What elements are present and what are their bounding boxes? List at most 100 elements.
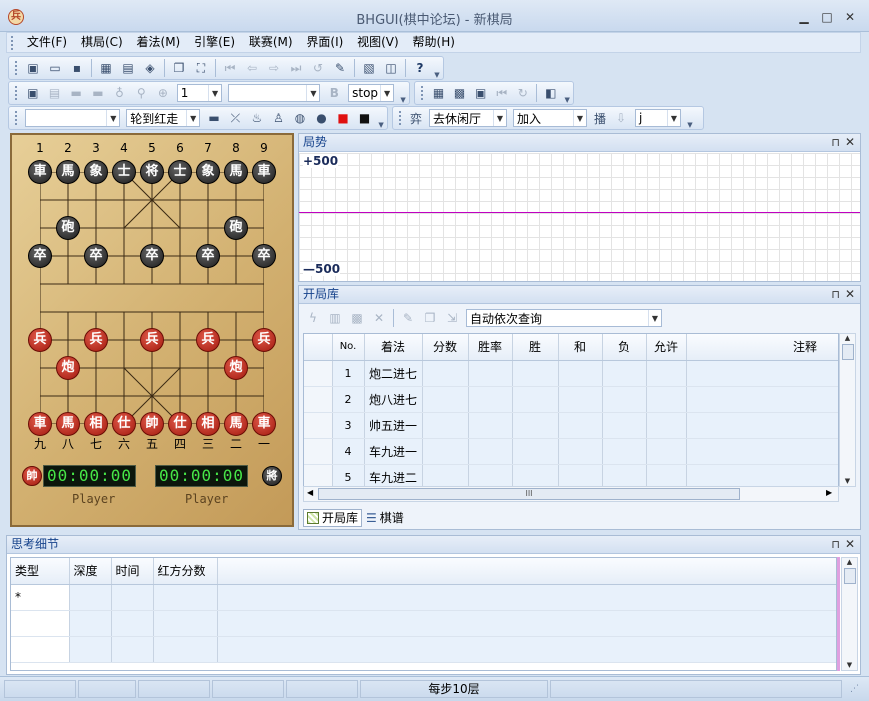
- delete-icon[interactable]: ✕: [370, 309, 388, 327]
- black-pawn[interactable]: 卒: [28, 244, 52, 268]
- scroll-thumb[interactable]: III: [318, 488, 740, 500]
- piece-icon[interactable]: ●: [313, 109, 331, 127]
- table-row[interactable]: 5 车九进二: [304, 464, 838, 486]
- scroll-up-icon[interactable]: ▲: [842, 558, 857, 566]
- resize-grip-icon[interactable]: ⋰: [850, 684, 859, 694]
- undo-icon[interactable]: ↺: [309, 59, 327, 77]
- black-piece[interactable]: 馬: [56, 160, 80, 184]
- turn-select[interactable]: 轮到红走 ▼: [126, 109, 201, 127]
- download-icon[interactable]: ⇩: [612, 109, 630, 127]
- monitor-icon[interactable]: ▬: [67, 84, 85, 102]
- edit-icon[interactable]: ✎: [399, 309, 417, 327]
- menu-moves[interactable]: 着法(M): [132, 33, 186, 52]
- black-pawn[interactable]: 卒: [252, 244, 276, 268]
- merge-icon[interactable]: ❐: [421, 309, 439, 327]
- bulb-icon[interactable]: ♁: [111, 84, 129, 102]
- layout-icon[interactable]: ◧: [542, 84, 559, 102]
- column-header[interactable]: 注释: [686, 334, 838, 361]
- column-header[interactable]: 负: [602, 334, 647, 361]
- monitor2-icon[interactable]: ▬: [89, 84, 107, 102]
- help-icon[interactable]: ?: [411, 59, 429, 77]
- menu-league[interactable]: 联赛(M): [244, 33, 298, 52]
- load-engine-icon[interactable]: ▣: [24, 84, 42, 102]
- red-piece[interactable]: 車: [252, 412, 276, 436]
- toolbar-options-icon[interactable]: ▼: [377, 107, 385, 129]
- tab-opening-book[interactable]: 开局库: [303, 509, 363, 527]
- vertical-scrollbar[interactable]: ▲ ▼: [839, 333, 856, 487]
- close-icon[interactable]: ✕: [845, 536, 855, 553]
- step-back-icon[interactable]: ⏮: [493, 84, 510, 102]
- table-row[interactable]: 1 炮二进七: [304, 360, 838, 387]
- black-piece[interactable]: 車: [252, 160, 276, 184]
- scroll-right-icon[interactable]: ▶: [826, 488, 832, 497]
- pin-icon[interactable]: ⊓: [831, 286, 840, 303]
- column-header[interactable]: No.: [332, 334, 365, 361]
- grid-icon[interactable]: ▩: [451, 84, 468, 102]
- back-icon[interactable]: ⇦: [243, 59, 261, 77]
- room-select[interactable]: 去休闲厅 ▼: [429, 109, 507, 127]
- column-header[interactable]: 深度: [69, 558, 112, 585]
- capture-icon[interactable]: ⛶: [192, 59, 210, 77]
- monitor-icon[interactable]: ▬: [205, 109, 223, 127]
- red-piece[interactable]: 仕: [168, 412, 192, 436]
- b-button[interactable]: B: [325, 84, 343, 102]
- cross-icon[interactable]: ⤫: [227, 109, 245, 127]
- toolbar-options-icon[interactable]: ▼: [399, 82, 407, 104]
- new-icon[interactable]: ▣: [24, 59, 42, 77]
- image-icon[interactable]: ▤: [119, 59, 137, 77]
- person-icon[interactable]: ♙: [270, 109, 288, 127]
- scroll-down-icon[interactable]: ▼: [840, 477, 855, 485]
- red-pawn[interactable]: 兵: [84, 328, 108, 352]
- pin-icon[interactable]: ⊓: [831, 134, 840, 151]
- red-pawn[interactable]: 兵: [252, 328, 276, 352]
- print-icon[interactable]: ▧: [360, 59, 378, 77]
- close-button[interactable]: ✕: [840, 9, 860, 25]
- menu-file[interactable]: 文件(F): [22, 33, 72, 52]
- black-pawn[interactable]: 卒: [196, 244, 220, 268]
- menu-engine[interactable]: 引擎(E): [189, 33, 240, 52]
- lightning-icon[interactable]: ϟ: [304, 309, 322, 327]
- menu-game[interactable]: 棋局(C): [76, 33, 128, 52]
- query-mode-select[interactable]: 自动依次查询 ▼: [466, 309, 662, 327]
- column-header[interactable]: 胜率: [468, 334, 513, 361]
- lock-icon[interactable]: ▩: [348, 309, 366, 327]
- lamp-icon[interactable]: ♨: [248, 109, 266, 127]
- red-piece[interactable]: 帥: [140, 412, 164, 436]
- scroll-left-icon[interactable]: ◀: [307, 488, 313, 497]
- table-icon[interactable]: ▦: [430, 84, 447, 102]
- scroll-thumb[interactable]: [843, 568, 856, 584]
- black-piece[interactable]: 象: [84, 160, 108, 184]
- toolbar-options-icon[interactable]: ▼: [433, 57, 441, 79]
- column-header[interactable]: 允许: [646, 334, 687, 361]
- forward-icon[interactable]: ⇨: [265, 59, 283, 77]
- toolbar-options-icon[interactable]: ▼: [686, 107, 694, 129]
- window-icon[interactable]: ◫: [382, 59, 400, 77]
- close-icon[interactable]: ✕: [845, 134, 855, 151]
- import-icon[interactable]: ⇲: [443, 309, 461, 327]
- save-icon[interactable]: ▪: [68, 59, 86, 77]
- menu-interface[interactable]: 界面(I): [301, 33, 348, 52]
- close-icon[interactable]: ✕: [845, 286, 855, 303]
- black-piece-icon[interactable]: ■: [356, 109, 374, 127]
- pin-icon[interactable]: ⊓: [831, 536, 840, 553]
- copy-icon[interactable]: ❐: [170, 59, 188, 77]
- table-row[interactable]: 4 车九进一: [304, 438, 838, 465]
- black-cannon[interactable]: 砲: [224, 216, 248, 240]
- toolbar-options-icon[interactable]: ▼: [563, 82, 571, 104]
- menu-help[interactable]: 帮助(H): [408, 33, 460, 52]
- globe-icon[interactable]: ◍: [291, 109, 309, 127]
- add-icon[interactable]: ▣: [472, 84, 489, 102]
- black-piece[interactable]: 士: [112, 160, 136, 184]
- red-piece[interactable]: 馬: [56, 412, 80, 436]
- column-header[interactable]: 时间: [111, 558, 154, 585]
- engine-settings-icon[interactable]: ▤: [46, 84, 64, 102]
- scroll-thumb[interactable]: [841, 344, 854, 360]
- table-row[interactable]: 2 炮八进七: [304, 386, 838, 413]
- black-piece[interactable]: 将: [140, 160, 164, 184]
- scroll-down-icon[interactable]: ▼: [842, 661, 857, 669]
- column-header[interactable]: 和: [558, 334, 603, 361]
- scroll-up-icon[interactable]: ▲: [840, 334, 855, 342]
- column-header[interactable]: 胜: [512, 334, 559, 361]
- red-piece[interactable]: 相: [196, 412, 220, 436]
- target-icon[interactable]: ⊕: [154, 84, 172, 102]
